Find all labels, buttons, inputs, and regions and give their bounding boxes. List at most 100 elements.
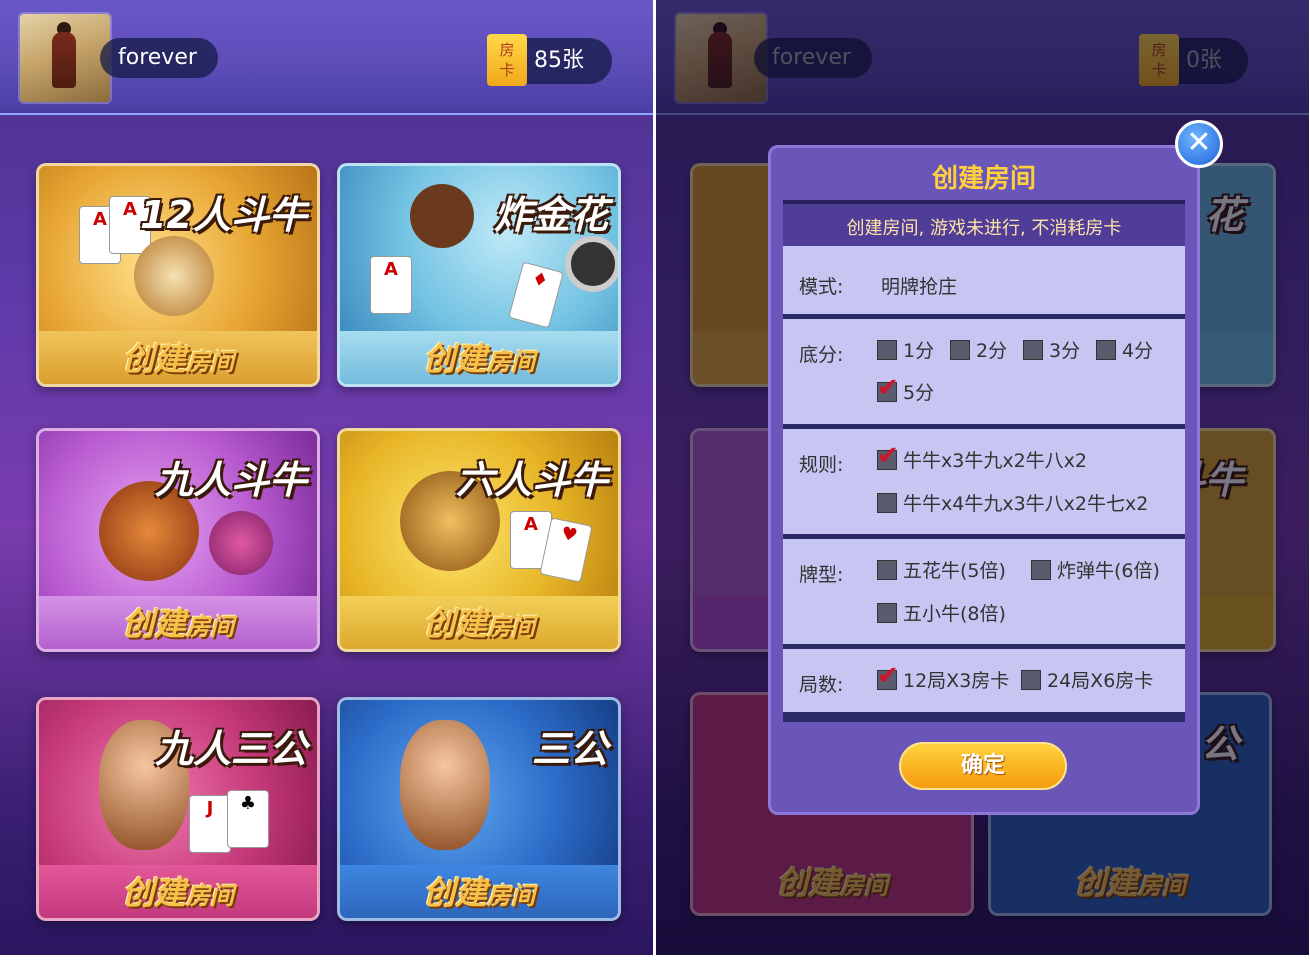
game-tile-12-niuniu[interactable]: A A 12人斗牛 创建房间: [36, 163, 320, 387]
game-title: 九人斗牛: [154, 458, 307, 502]
checkbox-box[interactable]: [950, 340, 970, 360]
create-room-label: 创建: [422, 340, 487, 378]
card-type-label: 牌型:: [799, 564, 844, 586]
create-room-button[interactable]: 创建房间: [340, 596, 618, 649]
create-room-label: 创建: [121, 340, 186, 378]
base-score-option-1[interactable]: 1分: [877, 339, 934, 363]
option-label: 牛牛x4牛九x3牛八x2牛七x2: [903, 493, 1149, 515]
row-separator: [783, 534, 1185, 539]
create-room-label: 创建: [121, 874, 186, 912]
game-title: 六人斗牛: [455, 458, 608, 502]
game-title: 九人三公: [154, 727, 307, 771]
mode-value: 明牌抢庄: [881, 276, 958, 298]
option-label: 5分: [903, 382, 935, 404]
option-label: 24局X6房卡: [1047, 670, 1154, 692]
bottom-margin: [0, 955, 1310, 966]
card-type-option-3[interactable]: 五小牛(8倍): [877, 602, 1006, 626]
top-bar: forever 85张 房 卡: [0, 0, 653, 115]
checkmark-icon: ✔: [877, 661, 899, 691]
dealer-girl-icon: [400, 720, 490, 850]
card-type-option-1[interactable]: 五花牛(5倍): [877, 559, 1006, 583]
game-tile-9-niuniu[interactable]: 九人斗牛 创建房间: [36, 428, 320, 652]
option-label: 1分: [903, 340, 935, 362]
username-label: forever: [100, 38, 218, 78]
create-room-dialog: 创建房间 创建房间, 游戏未进行, 不消耗房卡 模式: 明牌抢庄 底分: 1分 …: [768, 145, 1200, 815]
checkbox-box[interactable]: [877, 603, 897, 623]
create-room-button[interactable]: 创建房间: [39, 331, 317, 384]
close-icon[interactable]: ✕: [1175, 120, 1223, 168]
create-room-button[interactable]: 创建房间: [340, 331, 618, 384]
row-separator: [783, 644, 1185, 649]
create-room-label-small: 房间: [487, 613, 535, 641]
base-score-option-2[interactable]: 2分: [950, 339, 1007, 363]
option-label: 4分: [1122, 340, 1154, 362]
confirm-button[interactable]: 确定: [899, 742, 1067, 790]
room-card-icon: 房 卡: [487, 34, 527, 86]
row-separator: [783, 424, 1185, 429]
card-type-option-2[interactable]: 炸弹牛(6倍): [1031, 559, 1160, 583]
option-label: 五花牛(5倍): [903, 560, 1006, 582]
rounds-option-1[interactable]: ✔ 12局X3房卡: [877, 663, 1010, 693]
option-label: 12局X3房卡: [903, 670, 1010, 692]
notice-banner: 创建房间, 游戏未进行, 不消耗房卡: [783, 200, 1185, 246]
create-room-label: 创建: [121, 605, 186, 643]
game-tile-9-sangong[interactable]: J ♣ 九人三公 创建房间: [36, 697, 320, 921]
dealer-girl-icon: [410, 184, 474, 248]
checkmark-icon: ✔: [877, 441, 899, 471]
checkbox-box[interactable]: [1023, 340, 1043, 360]
rules-label: 规则:: [799, 454, 844, 476]
bull-mascot-icon: [209, 511, 273, 575]
base-score-label: 底分:: [799, 344, 844, 366]
checkbox-box[interactable]: [1031, 560, 1051, 580]
option-label: 牛牛x3牛九x2牛八x2: [903, 450, 1087, 472]
rules-option-1[interactable]: ✔ 牛牛x3牛九x2牛八x2: [877, 443, 1087, 473]
create-room-label-small: 房间: [186, 613, 234, 641]
room-card-icon-bottom: 卡: [499, 61, 515, 79]
create-room-label: 创建: [422, 874, 487, 912]
option-label: 五小牛(8倍): [903, 603, 1006, 625]
dialog-title: 创建房间: [931, 164, 1036, 194]
create-room-button[interactable]: 创建房间: [39, 865, 317, 918]
playing-card-icon: ♦: [508, 261, 564, 329]
create-room-label: 创建: [422, 605, 487, 643]
checkbox-box[interactable]: [877, 560, 897, 580]
rounds-option-2[interactable]: 24局X6房卡: [1021, 669, 1153, 693]
poker-chip-icon: [565, 236, 618, 292]
option-label: 2分: [976, 340, 1008, 362]
game-title: 12人斗牛: [140, 193, 307, 237]
game-tile-sangong[interactable]: 三公 创建房间: [337, 697, 621, 921]
playing-card-icon: ♣: [227, 790, 269, 848]
rules-option-2[interactable]: 牛牛x4牛九x3牛八x2牛七x2: [877, 492, 1148, 516]
bull-mascot-icon: [134, 236, 214, 316]
rounds-label: 局数:: [799, 674, 844, 696]
checkmark-icon: ✔: [877, 373, 899, 403]
base-score-option-3[interactable]: 3分: [1023, 339, 1080, 363]
checkbox-box[interactable]: [877, 493, 897, 513]
game-title: 炸金花: [493, 193, 608, 237]
avatar[interactable]: [20, 14, 110, 102]
playing-card-icon: A: [370, 256, 412, 314]
create-room-label-small: 房间: [186, 348, 234, 376]
checkbox-box[interactable]: [1096, 340, 1116, 360]
row-separator: [783, 712, 1185, 722]
playing-card-icon: J: [189, 795, 231, 853]
create-room-button[interactable]: 创建房间: [340, 865, 618, 918]
option-label: 3分: [1049, 340, 1081, 362]
room-options-form: 创建房间, 游戏未进行, 不消耗房卡 模式: 明牌抢庄 底分: 1分 2分 3分…: [783, 200, 1185, 722]
base-score-option-4[interactable]: 4分: [1096, 339, 1153, 363]
checkbox-box[interactable]: [877, 340, 897, 360]
avatar-figure-body: [52, 32, 76, 88]
create-room-label-small: 房间: [186, 882, 234, 910]
mode-label: 模式:: [799, 276, 844, 298]
game-tile-zhajinhua[interactable]: A ♦ 炸金花 创建房间: [337, 163, 621, 387]
room-card-icon-top: 房: [499, 41, 515, 59]
create-room-label-small: 房间: [487, 348, 535, 376]
game-title: 三公: [531, 727, 608, 771]
lobby-screen: forever 85张 房 卡 A A 12人斗牛 创建房间 A ♦ 炸金花 创…: [0, 0, 653, 955]
game-tile-6-niuniu[interactable]: A ♥ 六人斗牛 创建房间: [337, 428, 621, 652]
create-room-label-small: 房间: [487, 882, 535, 910]
option-label: 炸弹牛(6倍): [1057, 560, 1160, 582]
create-room-button[interactable]: 创建房间: [39, 596, 317, 649]
checkbox-box[interactable]: [1021, 670, 1041, 690]
base-score-option-5[interactable]: ✔ 5分: [877, 375, 935, 405]
